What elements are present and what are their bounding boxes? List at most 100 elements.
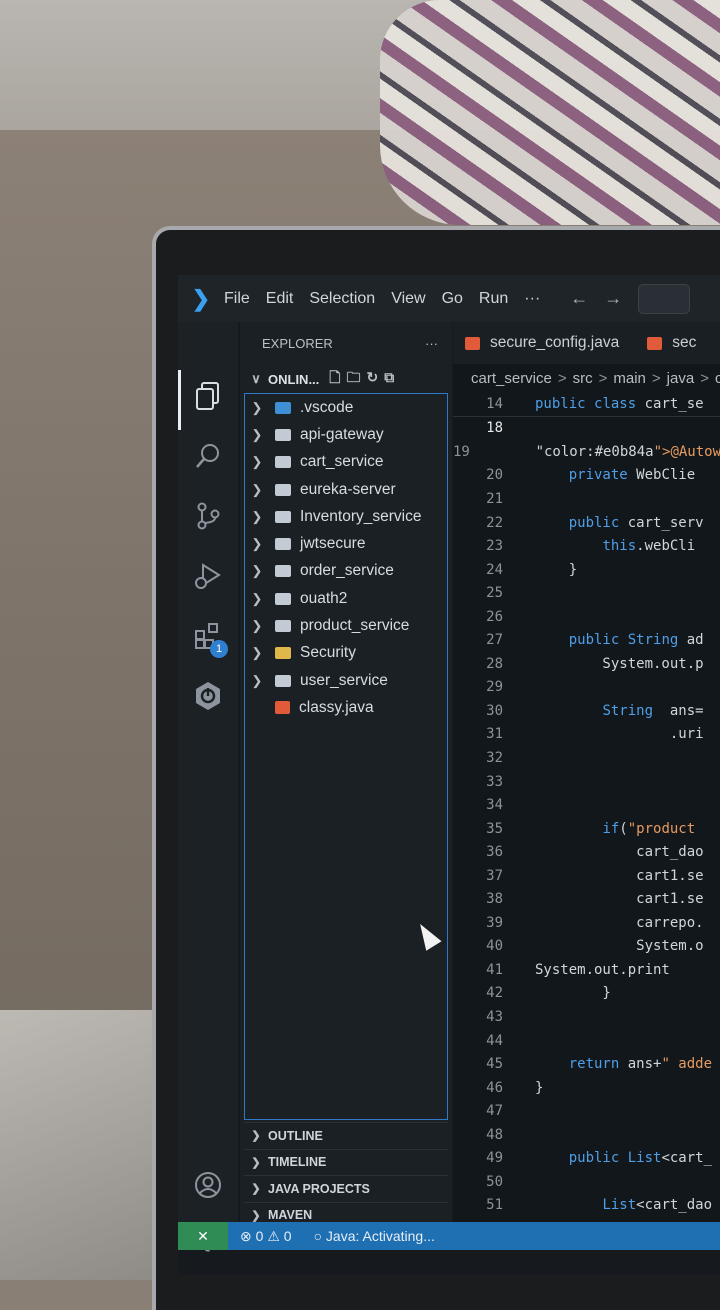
code-line[interactable]: 49 public List<cart_	[453, 1147, 720, 1171]
tree-item-order-service[interactable]: ❯ order_service	[245, 558, 447, 585]
tab-sec[interactable]: sec	[635, 322, 712, 364]
tree-item-jwtsecure[interactable]: ❯ jwtsecure	[245, 530, 447, 557]
code-line[interactable]: 43	[453, 1005, 720, 1029]
tree-item-classy-java[interactable]: classy.java	[245, 694, 447, 721]
explorer-icon[interactable]	[190, 378, 226, 414]
code-line[interactable]: 29	[453, 676, 720, 700]
source-control-icon[interactable]	[190, 498, 226, 534]
workspace-header[interactable]: ∨ ONLIN... 🗋🗀↻⧉	[240, 364, 452, 394]
code-line[interactable]: 24 }	[453, 558, 720, 582]
code-line[interactable]: 14 public class cart_se	[453, 392, 720, 417]
code-line[interactable]: 47	[453, 1099, 720, 1123]
remote-indicator-icon[interactable]: ✕	[178, 1222, 228, 1250]
run-debug-icon[interactable]	[190, 558, 226, 594]
code-line[interactable]: 38 cart1.se	[453, 887, 720, 911]
command-center-search[interactable]	[638, 283, 691, 314]
code-line[interactable]: 44	[453, 1029, 720, 1053]
code-line[interactable]: 40 System.o	[453, 935, 720, 959]
code-line[interactable]: 34	[453, 793, 720, 817]
menu-selection[interactable]: Selection	[309, 290, 375, 308]
line-number: 27	[486, 632, 503, 649]
code-line[interactable]: 32	[453, 746, 720, 770]
code-line[interactable]: 35 if("product	[453, 817, 720, 841]
code-line[interactable]: 26	[453, 605, 720, 629]
problems-indicator[interactable]: ⊗ 0 ⚠ 0	[240, 1228, 292, 1245]
folder-icon	[275, 456, 291, 469]
menu-view[interactable]: View	[391, 290, 425, 308]
chevron-right-icon: ❯	[251, 1130, 261, 1143]
tree-item-label: classy.java	[299, 698, 374, 716]
collapse-all-icon[interactable]: ⧉	[384, 369, 400, 385]
breadcrumb-item[interactable]: src	[573, 370, 593, 387]
tree-item-user-service[interactable]: ❯ user_service	[245, 667, 447, 694]
menu-go[interactable]: Go	[442, 290, 463, 308]
code-line[interactable]: 46}	[453, 1076, 720, 1100]
tree-item-eureka-server[interactable]: ❯ eureka-server	[245, 476, 447, 503]
code-line[interactable]: 27 public String ad	[453, 628, 720, 652]
vscode-folder-icon	[275, 401, 291, 414]
nav-forward-icon[interactable]: →	[604, 288, 622, 309]
code-line[interactable]: 23 this.webCli	[453, 534, 720, 558]
breadcrumb-item[interactable]: java	[667, 370, 695, 387]
tree-item-ouath2[interactable]: ❯ ouath2	[245, 585, 447, 612]
code-line[interactable]: 28 System.out.p	[453, 652, 720, 676]
search-icon[interactable]	[190, 438, 226, 474]
nav-back-icon[interactable]: ←	[570, 288, 588, 309]
refresh-icon[interactable]: ↻	[367, 369, 385, 385]
code-text: String ans=	[602, 702, 704, 719]
spring-boot-icon[interactable]	[190, 678, 226, 714]
code-line[interactable]: 33	[453, 770, 720, 794]
tree-item-security[interactable]: ❯ Security	[245, 640, 447, 667]
section-outline[interactable]: ❯ OUTLINE	[244, 1122, 448, 1149]
explorer-more-icon[interactable]: ···	[425, 336, 438, 351]
breadcrumb-item[interactable]: cart_service	[471, 370, 552, 387]
code-line[interactable]: 20 private WebClie	[453, 464, 720, 488]
code-line[interactable]: 37 cart1.se	[453, 864, 720, 888]
code-editor[interactable]: 14 public class cart_se 18 19 "color:#e0b84…	[453, 392, 720, 1241]
code-line[interactable]: 39 carrepo.	[453, 911, 720, 935]
section-java-projects[interactable]: ❯ JAVA PROJECTS	[244, 1175, 448, 1202]
menu-edit[interactable]: Edit	[266, 290, 294, 308]
menu-more-icon[interactable]: ···	[524, 290, 540, 308]
account-icon[interactable]	[190, 1167, 226, 1203]
tree-item-inventory-service[interactable]: ❯ Inventory_service	[245, 503, 447, 530]
breadcrumb-item[interactable]: main	[613, 370, 646, 387]
new-file-icon[interactable]: 🗋	[329, 369, 346, 385]
tree-item-label: Inventory_service	[300, 507, 422, 525]
code-line[interactable]: 31 .uri	[453, 723, 720, 747]
error-icon: ⊗	[240, 1227, 252, 1244]
code-line[interactable]: 45 return ans+" adde	[453, 1052, 720, 1076]
tree-item-product-service[interactable]: ❯ product_service	[245, 612, 447, 639]
code-line[interactable]: 42 }	[453, 982, 720, 1006]
error-count: 0	[255, 1228, 264, 1244]
menu-file[interactable]: File	[224, 290, 250, 308]
code-line[interactable]: 50	[453, 1170, 720, 1194]
code-line[interactable]: 36 cart_dao	[453, 840, 720, 864]
section-timeline[interactable]: ❯ TIMELINE	[244, 1148, 448, 1176]
java-status-text: Java: Activating...	[325, 1228, 435, 1244]
tree-item-label: Security	[300, 644, 356, 662]
line-number: 48	[486, 1126, 503, 1143]
code-line[interactable]: 19 "color:#e0b84a">@Autowired	[453, 440, 720, 464]
new-folder-icon[interactable]: 🗀	[347, 369, 367, 385]
chevron-right-icon: ❯	[251, 399, 263, 415]
code-line[interactable]: 25	[453, 581, 720, 605]
breadcrumb-item[interactable]: c	[715, 370, 720, 387]
line-number: 35	[486, 820, 503, 837]
code-line[interactable]: 21	[453, 487, 720, 511]
tab-secure-config[interactable]: secure_config.java	[453, 322, 635, 364]
breadcrumb: cart_service > src > main > java > c	[453, 364, 720, 392]
code-line[interactable]: 30 String ans=	[453, 699, 720, 723]
tree-item-vscode[interactable]: ❯ .vscode	[245, 394, 447, 421]
java-status[interactable]: ○ Java: Activating...	[314, 1228, 435, 1244]
tree-item-api-gateway[interactable]: ❯ api-gateway	[245, 421, 447, 448]
line-number: 19	[453, 443, 470, 460]
code-line[interactable]: 18	[453, 417, 720, 441]
menu-run[interactable]: Run	[479, 290, 508, 308]
code-line[interactable]: 41 System.out.print	[453, 958, 720, 982]
tree-item-cart-service[interactable]: ❯ cart_service	[245, 449, 447, 476]
code-line[interactable]: 22 public cart_serv	[453, 511, 720, 535]
mouse-cursor-icon	[412, 919, 442, 951]
code-line[interactable]: 48	[453, 1123, 720, 1147]
code-line[interactable]: 51 List<cart_dao	[453, 1194, 720, 1218]
